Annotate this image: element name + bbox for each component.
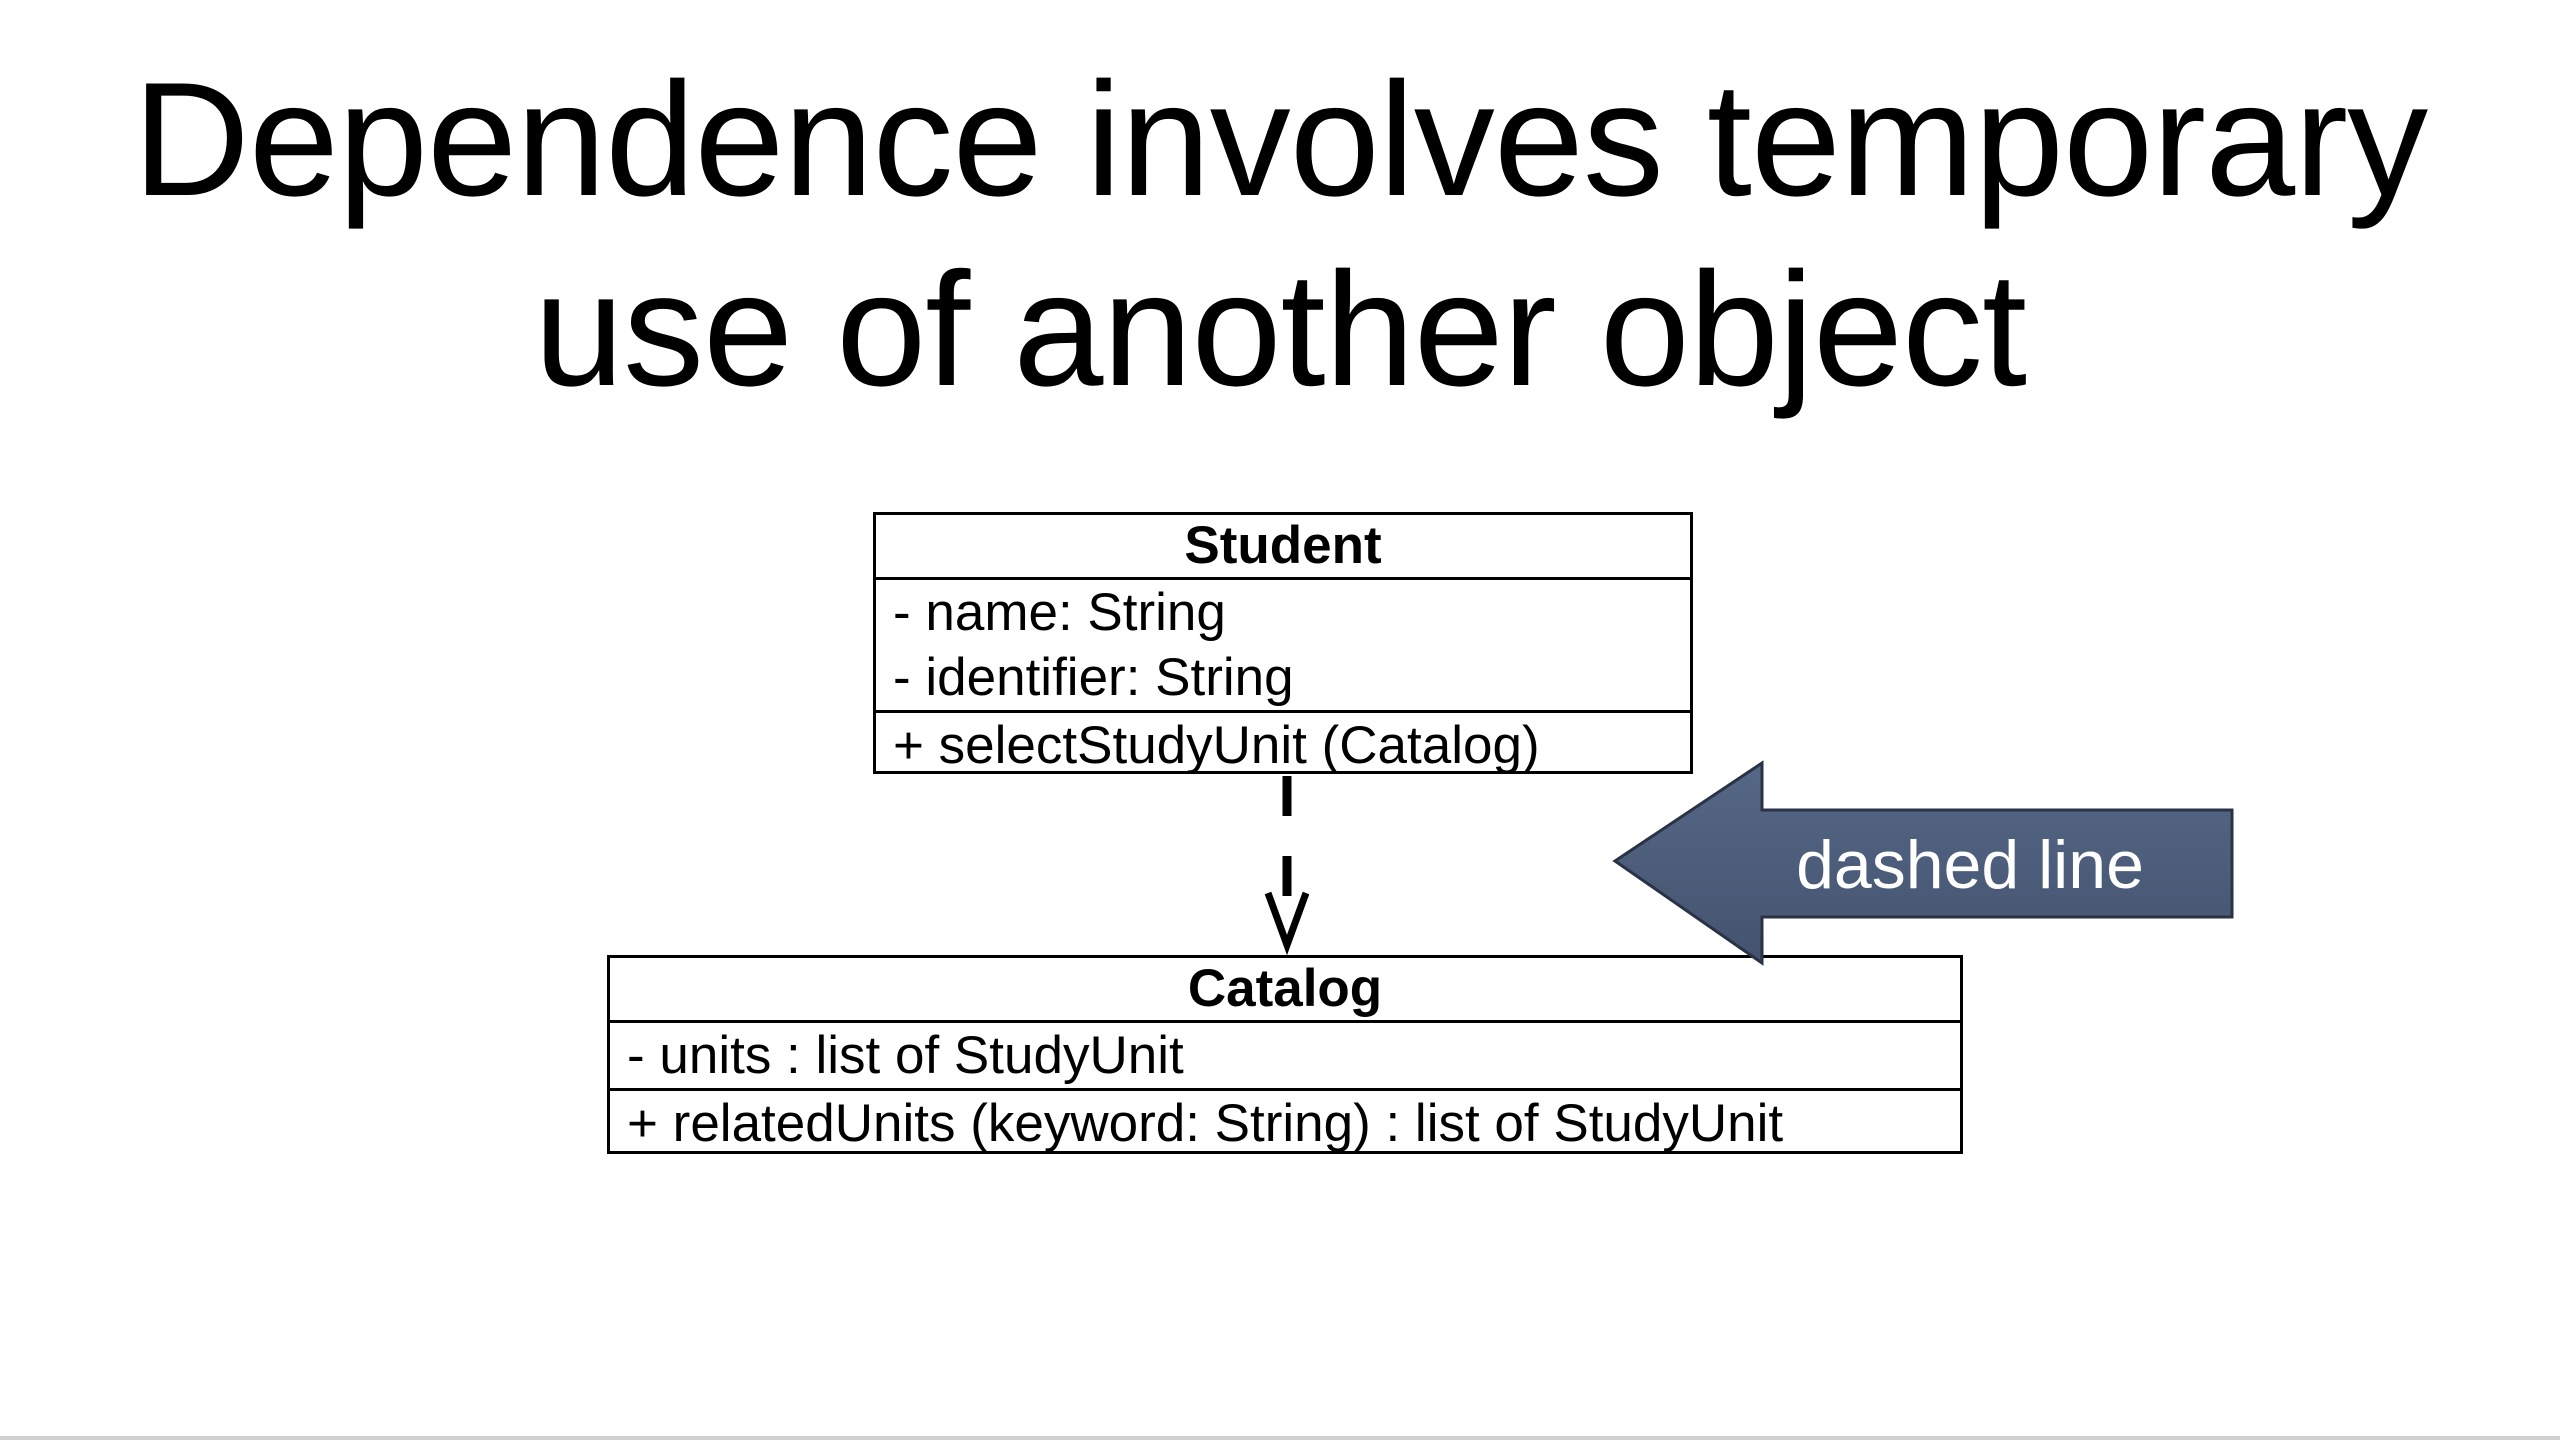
student-class-name: Student: [1184, 516, 1382, 575]
bottom-divider: [0, 1436, 2560, 1440]
title-line-1: Dependence involves temporary: [132, 49, 2428, 230]
student-attribute-identifier: - identifier: String: [893, 648, 1294, 707]
slide: Dependence involves temporary use of ano…: [0, 0, 2560, 1440]
student-class-box: Student - name: String - identifier: Str…: [873, 512, 1693, 775]
student-attributes: - name: String - identifier: String: [876, 577, 1690, 710]
catalog-class-name: Catalog: [1187, 959, 1383, 1018]
catalog-attribute-units: - units : list of StudyUnit: [627, 1026, 1184, 1085]
student-operation-select-study-unit: + selectStudyUnit (Catalog): [893, 716, 1540, 775]
slide-title: Dependence involves temporary use of ano…: [0, 45, 2560, 425]
title-line-2: use of another object: [533, 239, 2027, 420]
student-operations: + selectStudyUnit (Catalog): [876, 710, 1690, 778]
catalog-operations: + relatedUnits (keyword: String) : list …: [610, 1088, 1960, 1156]
student-attribute-name: - name: String: [893, 583, 1226, 642]
catalog-operation-related-units: + relatedUnits (keyword: String) : list …: [627, 1094, 1784, 1153]
catalog-class-box: Catalog - units : list of StudyUnit + re…: [607, 955, 1963, 1154]
dependency-arrowhead-icon: [1264, 891, 1310, 956]
callout-label: dashed line: [1796, 827, 2144, 903]
dependency-arrow: [1264, 776, 1310, 956]
catalog-attributes: - units : list of StudyUnit: [610, 1020, 1960, 1088]
